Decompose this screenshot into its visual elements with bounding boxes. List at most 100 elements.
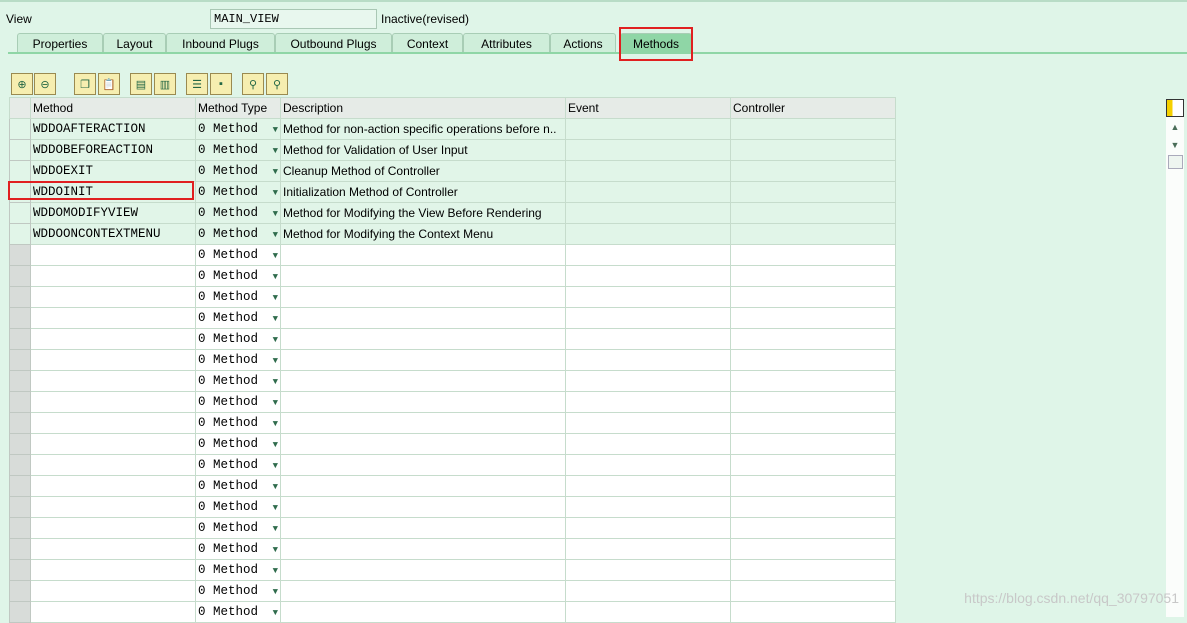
method-name-cell[interactable] [30,496,196,518]
find-next-icon[interactable]: ⚲ [266,73,288,95]
event-cell[interactable] [565,601,731,623]
method-name-cell[interactable] [30,454,196,476]
chevron-down-icon[interactable]: ▼ [273,167,278,177]
event-cell[interactable] [565,181,731,203]
row-selector[interactable] [9,496,31,518]
row-selector[interactable] [9,307,31,329]
controller-cell[interactable] [730,328,896,350]
chevron-down-icon[interactable]: ▼ [273,461,278,471]
row-selector[interactable] [9,391,31,413]
empty-table-row[interactable]: 0 Method ▼ [9,559,896,581]
description-cell[interactable] [280,601,566,623]
table-row[interactable]: WDDOMODIFYVIEW 0 Method ▼ Method for Modify… [9,202,896,224]
controller-cell[interactable] [730,580,896,602]
table-row[interactable]: WDDOBEFOREACTION 0 Method ▼ Method for Vali… [9,139,896,161]
method-name-cell[interactable]: WDDOONCONTEXTMENU [30,223,196,245]
method-type-dropdown[interactable]: 0 Method ▼ [195,412,281,434]
controller-cell[interactable] [730,202,896,224]
chevron-down-icon[interactable]: ▼ [273,440,278,450]
controller-cell[interactable] [730,412,896,434]
chevron-down-icon[interactable]: ▼ [273,251,278,261]
row-selector[interactable] [9,265,31,287]
row-selector[interactable] [9,139,31,161]
method-name-cell[interactable] [30,559,196,581]
row-selector[interactable] [9,475,31,497]
controller-cell[interactable] [730,118,896,140]
column-header-controller[interactable]: Controller [730,97,896,119]
method-name-cell[interactable] [30,412,196,434]
method-name-cell[interactable] [30,601,196,623]
description-cell[interactable] [280,391,566,413]
scroll-up-icon[interactable]: ▲ [1166,122,1184,132]
method-type-dropdown[interactable]: 0 Method ▼ [195,391,281,413]
chevron-down-icon[interactable]: ▼ [273,566,278,576]
row-selector[interactable] [9,370,31,392]
method-type-dropdown[interactable]: 0 Method ▼ [195,349,281,371]
method-type-dropdown[interactable]: 0 Method ▼ [195,223,281,245]
chevron-down-icon[interactable]: ▼ [273,545,278,555]
insert-row-icon[interactable]: ⊕ [11,73,33,95]
method-type-dropdown[interactable]: 0 Method ▼ [195,328,281,350]
tab-layout[interactable]: Layout [103,33,166,53]
event-cell[interactable] [565,559,731,581]
description-cell[interactable] [280,244,566,266]
chevron-down-icon[interactable]: ▼ [273,587,278,597]
row-selector[interactable] [9,349,31,371]
method-type-dropdown[interactable]: 0 Method ▼ [195,307,281,329]
table-row[interactable]: WDDOAFTERACTION 0 Method ▼ Method for non-a… [9,118,896,140]
empty-table-row[interactable]: 0 Method ▼ [9,433,896,455]
controller-cell[interactable] [730,307,896,329]
chevron-down-icon[interactable]: ▼ [273,377,278,387]
chevron-down-icon[interactable]: ▼ [273,398,278,408]
controller-cell[interactable] [730,601,896,623]
tab-inbound-plugs[interactable]: Inbound Plugs [166,33,275,53]
description-cell[interactable] [280,328,566,350]
column-header-method[interactable]: Method [30,97,196,119]
method-name-cell[interactable] [30,391,196,413]
vertical-scrollbar[interactable] [1166,100,1184,617]
method-type-dropdown[interactable]: 0 Method ▼ [195,286,281,308]
event-cell[interactable] [565,496,731,518]
column-header-method-type[interactable]: Method Type [195,97,281,119]
description-cell[interactable] [280,370,566,392]
empty-table-row[interactable]: 0 Method ▼ [9,580,896,602]
details-icon[interactable]: ☰ [186,73,208,95]
controller-cell[interactable] [730,181,896,203]
description-cell[interactable]: Method for Modifying the View Before Ren… [280,202,566,224]
chevron-down-icon[interactable]: ▼ [273,314,278,324]
method-type-dropdown[interactable]: 0 Method ▼ [195,244,281,266]
row-selector[interactable] [9,160,31,182]
import-icon[interactable]: ▤ [130,73,152,95]
empty-table-row[interactable]: 0 Method ▼ [9,517,896,539]
tab-attributes[interactable]: Attributes [463,33,550,53]
export-icon[interactable]: ▥ [154,73,176,95]
description-cell[interactable] [280,349,566,371]
empty-table-row[interactable]: 0 Method ▼ [9,454,896,476]
event-cell[interactable] [565,244,731,266]
empty-table-row[interactable]: 0 Method ▼ [9,370,896,392]
empty-table-row[interactable]: 0 Method ▼ [9,391,896,413]
controller-cell[interactable] [730,370,896,392]
chevron-down-icon[interactable]: ▼ [273,419,278,429]
chevron-down-icon[interactable]: ▼ [273,188,278,198]
row-selector[interactable] [9,118,31,140]
method-name-cell[interactable] [30,580,196,602]
row-selector[interactable] [9,454,31,476]
event-cell[interactable] [565,202,731,224]
empty-table-row[interactable]: 0 Method ▼ [9,244,896,266]
method-type-dropdown[interactable]: 0 Method ▼ [195,559,281,581]
method-name-cell[interactable] [30,517,196,539]
controller-cell[interactable] [730,349,896,371]
method-name-cell[interactable] [30,433,196,455]
method-name-cell[interactable] [30,328,196,350]
event-cell[interactable] [565,139,731,161]
empty-table-row[interactable]: 0 Method ▼ [9,601,896,623]
description-cell[interactable] [280,454,566,476]
row-selector[interactable] [9,517,31,539]
controller-cell[interactable] [730,454,896,476]
event-cell[interactable] [565,370,731,392]
controller-cell[interactable] [730,517,896,539]
method-name-cell[interactable] [30,265,196,287]
method-name-cell[interactable] [30,349,196,371]
find-icon[interactable]: ⚲ [242,73,264,95]
